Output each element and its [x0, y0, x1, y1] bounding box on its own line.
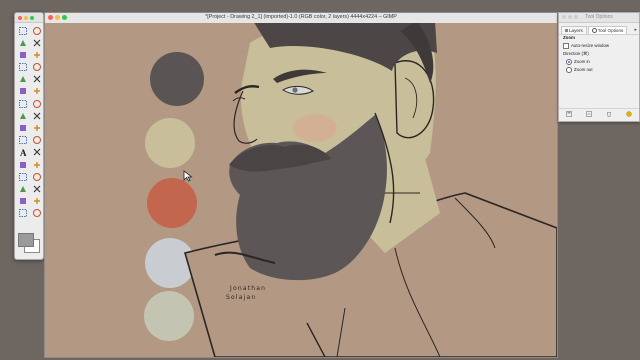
- dock-tabs: Layers Tool Options ▸: [559, 23, 639, 35]
- dock-title: Tool Options: [585, 14, 613, 20]
- perspective-icon[interactable]: [31, 123, 42, 134]
- foreground-select-icon[interactable]: [17, 62, 28, 73]
- auto-resize-checkbox[interactable]: [563, 43, 569, 49]
- color-picker-icon[interactable]: [17, 74, 28, 85]
- zoom-button[interactable]: [30, 15, 34, 20]
- dock-button-bar: [559, 108, 639, 119]
- ink-icon[interactable]: [31, 183, 42, 194]
- crop-icon[interactable]: [31, 98, 42, 109]
- reset-options-icon[interactable]: [626, 111, 632, 117]
- zoom-icon[interactable]: [31, 74, 42, 85]
- move-icon[interactable]: [31, 86, 42, 97]
- direction-label: Direction (⌘): [563, 51, 589, 56]
- tool-grid: A: [15, 23, 43, 220]
- image-window: *[Project - Drawing 2_1] (imported)-1.0 …: [44, 12, 558, 358]
- tab-label: Tool Options: [597, 27, 624, 33]
- measure-icon[interactable]: [17, 86, 28, 97]
- tab-tool-options[interactable]: Tool Options: [587, 25, 628, 34]
- eraser-icon[interactable]: [31, 171, 42, 182]
- clone-icon[interactable]: [17, 196, 28, 207]
- layers-icon: [565, 28, 568, 32]
- svg-text:A: A: [20, 148, 27, 157]
- signature: Jonathan Solajan: [226, 285, 267, 301]
- zoom-out-label: Zoom out: [574, 67, 593, 73]
- pencil-icon[interactable]: [31, 159, 42, 170]
- blend-icon[interactable]: [17, 159, 28, 170]
- zoom-tool-icon: [591, 27, 597, 33]
- color-swatches: [18, 233, 40, 253]
- restore-options-icon[interactable]: [586, 111, 592, 117]
- airbrush-icon[interactable]: [17, 183, 28, 194]
- zoom-out-radio[interactable]: [566, 67, 572, 73]
- dock-titlebar: Tool Options: [559, 13, 639, 23]
- signature-line-1: Jonathan: [230, 285, 267, 292]
- paths-icon[interactable]: [31, 62, 42, 73]
- palette-swatch: [144, 291, 194, 341]
- bucket-fill-icon[interactable]: [31, 147, 42, 158]
- save-options-icon[interactable]: [566, 111, 572, 117]
- signature-line-2: Solajan: [226, 294, 257, 301]
- rect-select-icon[interactable]: [17, 25, 28, 36]
- flip-icon[interactable]: [17, 135, 28, 146]
- toolbox-titlebar: [15, 13, 43, 23]
- tab-menu-icon[interactable]: ▸: [634, 27, 637, 33]
- zoom-in-radio[interactable]: [566, 59, 572, 65]
- shear-icon[interactable]: [17, 123, 28, 134]
- close-button[interactable]: [18, 15, 22, 20]
- foreground-color-swatch[interactable]: [18, 233, 34, 247]
- section-title: Zoom: [563, 35, 575, 40]
- smudge-icon[interactable]: [17, 208, 28, 219]
- tab-label: Layers: [569, 27, 583, 33]
- zoom-out-option[interactable]: Zoom out: [566, 67, 593, 73]
- portrait-artwork: [45, 23, 557, 357]
- cage-icon[interactable]: [31, 135, 42, 146]
- dodge-icon[interactable]: [31, 208, 42, 219]
- tool-options-dock: Tool Options Layers Tool Options ▸ Zoom …: [558, 12, 640, 122]
- tab-layers[interactable]: Layers: [561, 25, 587, 34]
- align-icon[interactable]: [17, 98, 28, 109]
- minimize-button[interactable]: [24, 15, 28, 20]
- window-title: *[Project - Drawing 2_1] (imported)-1.0 …: [205, 14, 397, 20]
- delete-options-icon[interactable]: [606, 111, 612, 117]
- palette-swatch: [145, 118, 195, 168]
- text-icon[interactable]: A: [17, 147, 28, 158]
- scissors-icon[interactable]: [31, 49, 42, 60]
- ellipse-select-icon[interactable]: [31, 25, 42, 36]
- heal-icon[interactable]: [31, 196, 42, 207]
- scale-icon[interactable]: [31, 110, 42, 121]
- palette-swatch: [147, 178, 197, 228]
- auto-resize-option[interactable]: Auto-resize window: [563, 43, 609, 49]
- color-select-icon[interactable]: [17, 49, 28, 60]
- palette-swatch: [150, 52, 204, 106]
- paintbrush-icon[interactable]: [17, 171, 28, 182]
- zoom-in-option[interactable]: Zoom in: [566, 59, 590, 65]
- fuzzy-select-icon[interactable]: [31, 37, 42, 48]
- free-select-icon[interactable]: [17, 37, 28, 48]
- image-canvas[interactable]: Jonathan Solajan: [45, 23, 557, 357]
- mouse-pointer-icon: [183, 170, 193, 182]
- rotate-icon[interactable]: [17, 110, 28, 121]
- zoom-in-label: Zoom in: [574, 59, 590, 65]
- toolbox-window: A: [14, 12, 44, 260]
- auto-resize-label: Auto-resize window: [571, 43, 610, 49]
